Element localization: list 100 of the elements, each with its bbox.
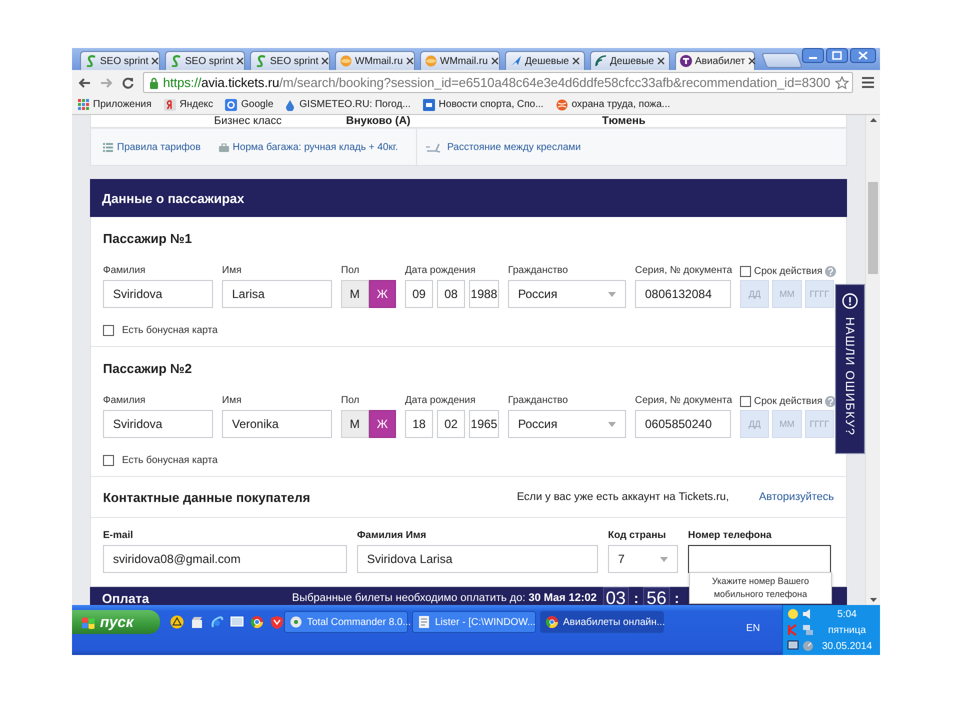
disc-icon [425, 55, 437, 67]
scroll-down-icon[interactable] [870, 598, 876, 602]
close-icon[interactable] [657, 57, 665, 65]
field-label: Фамилия [103, 395, 146, 407]
browser-tab[interactable]: SEO sprint [250, 51, 330, 70]
info-link[interactable]: Расстояние между креслами [425, 141, 581, 153]
date-field[interactable]: 1965 [469, 410, 499, 438]
browser-tab[interactable]: WMmail.ru [420, 51, 500, 70]
date-field[interactable]: 09 [405, 280, 433, 308]
close-icon[interactable] [321, 57, 330, 65]
bookmark-link[interactable]: GISMETEO.RU: Погод... [285, 98, 411, 110]
close-icon[interactable] [236, 57, 244, 65]
reload-icon[interactable] [122, 76, 134, 88]
bookmark-link[interactable]: Новости спорта, Спо... [422, 98, 544, 110]
taskbar-button[interactable]: Lister - [C:\WINDOW... [412, 611, 536, 633]
close-icon[interactable] [850, 48, 876, 63]
disc-icon [340, 55, 352, 67]
date-field[interactable]: 08 [437, 280, 465, 308]
back-icon[interactable] [78, 76, 91, 88]
menu-icon[interactable] [862, 77, 874, 88]
scrollbar[interactable] [865, 115, 880, 605]
text-field[interactable]: Sviridova [103, 410, 213, 438]
checkbox-label: Срок действия [754, 396, 822, 406]
section-header: Данные о пассажирах [90, 179, 847, 217]
login-note: Если у вас уже есть аккаунт на Tickets.ru, [516, 491, 729, 503]
date-field[interactable]: 1988 [469, 280, 499, 308]
logo-icon [164, 98, 176, 110]
section-title: Контактные данные покупателя [103, 490, 312, 504]
checkbox[interactable] [103, 455, 114, 466]
close-icon[interactable] [748, 57, 756, 65]
checkbox-label: Срок действия [754, 266, 822, 276]
text-field[interactable]: 0605850240 [635, 410, 731, 438]
field-label: Серия, № документа [635, 395, 732, 407]
circle-logo-icon[interactable] [250, 615, 264, 629]
info-link[interactable]: Правила тарифов [103, 142, 201, 152]
close-icon[interactable] [406, 57, 414, 65]
stripes-icon [595, 55, 607, 67]
swirl-icon [255, 55, 267, 67]
clock-time: 5:04 [837, 608, 857, 621]
date-field[interactable]: 18 [405, 410, 433, 438]
login-link[interactable]: Авторизуйтесь [758, 491, 834, 503]
info-link[interactable]: Норма багажа: ручная кладь + 40кг. [218, 142, 398, 152]
field-label: Фамилия Имя [357, 530, 426, 542]
date-field[interactable]: 02 [437, 410, 465, 438]
clock-date: 30.05.2014 [822, 640, 872, 653]
flight-detail: Внуково (А) [346, 115, 412, 127]
taskbar-button[interactable]: Авиабилеты онлайн... [540, 611, 664, 633]
text-field[interactable]: Veronika [222, 410, 332, 438]
text-field[interactable]: Larisa [222, 280, 332, 308]
text-field[interactable]: Sviridova Larisa [357, 545, 598, 573]
checkbox-label: Есть бонусная карта [122, 325, 218, 336]
new-tab-button[interactable] [761, 53, 803, 68]
deadline-text: Выбранные билеты необходимо оплатить до: 30 Мая 12:02 [292, 592, 597, 604]
browser-tab[interactable]: SEO sprint [165, 51, 245, 70]
star-icon[interactable] [835, 76, 849, 90]
language-indicator[interactable]: EN [746, 623, 760, 634]
close-icon[interactable] [572, 57, 580, 65]
bag-icon [218, 142, 229, 152]
browser-tab[interactable]: WMmail.ru [335, 51, 415, 70]
text-field[interactable]: 0806132084 [635, 280, 731, 308]
text-field[interactable] [688, 545, 831, 573]
browser-tab[interactable]: Дешевые [505, 51, 585, 70]
text-field[interactable]: Sviridova [103, 280, 213, 308]
taskbar-button[interactable]: Total Commander 8.0... [284, 611, 408, 633]
passenger-heading: Пассажир №1 [103, 231, 192, 246]
close-icon[interactable] [151, 57, 160, 65]
checkbox-label: Есть бонусная карта [122, 455, 218, 466]
checkbox[interactable] [740, 396, 751, 406]
sun-icon[interactable] [787, 608, 799, 620]
gender-option[interactable]: Ж [368, 280, 396, 308]
bookmark-link[interactable]: охрана труда, пожа... [556, 98, 670, 110]
select-field[interactable]: Россия [508, 280, 626, 308]
bookmark-link[interactable]: Приложения [78, 99, 152, 110]
checkbox[interactable] [103, 325, 114, 336]
maximize-icon[interactable] [826, 48, 848, 63]
bookmark-link[interactable]: Google [225, 98, 274, 110]
select-field[interactable]: Россия [508, 410, 626, 438]
select-field[interactable]: 7 [608, 545, 678, 573]
swirl-icon [170, 55, 182, 67]
logo-icon [225, 98, 238, 110]
text-field[interactable]: sviridova08@gmail.com [103, 545, 347, 573]
feedback-button[interactable]: НАШЛИ ОШИБКУ? [835, 284, 865, 454]
close-icon[interactable] [490, 57, 499, 65]
gender-option[interactable]: Ж [368, 410, 396, 438]
monitor-icon[interactable] [787, 640, 799, 652]
scroll-up-icon[interactable] [870, 118, 876, 122]
desktop-icon[interactable] [230, 615, 244, 629]
browser-tab[interactable]: Авиабилет [675, 51, 755, 70]
browser-tab[interactable]: Дешевые [590, 51, 670, 70]
address-bar[interactable]: https://avia.tickets.ru/m/search/booking?session_id=e6510a48c64e3e4d6ddfe58cfcc33afb&recommendation_id=8300 [143, 72, 853, 93]
shield-icon[interactable] [270, 615, 284, 629]
caret-icon [608, 422, 616, 426]
gender-option[interactable]: М [341, 280, 368, 308]
scrollbar-thumb[interactable] [868, 182, 878, 274]
bookmark-link[interactable]: Яндекс [164, 98, 214, 110]
checkbox[interactable] [740, 266, 751, 276]
browser-tab[interactable]: SEO sprint [80, 51, 160, 70]
minimize-icon[interactable] [802, 48, 824, 63]
gender-option[interactable]: М [341, 410, 368, 438]
field-label: Дата рождения [405, 395, 476, 407]
